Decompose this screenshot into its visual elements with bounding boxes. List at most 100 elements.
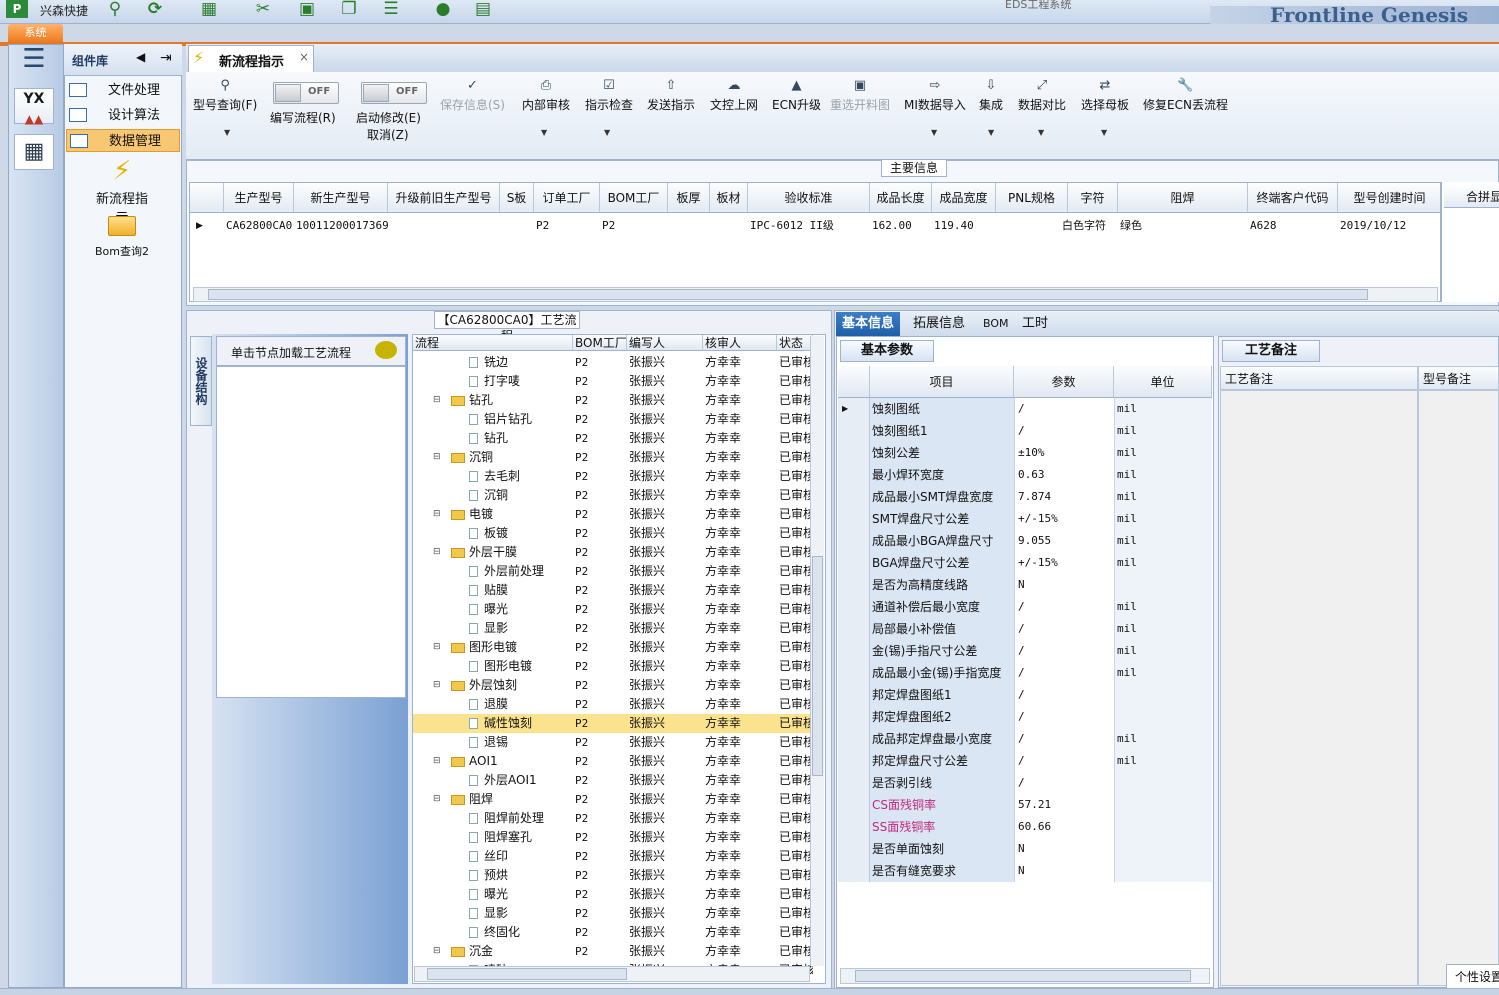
flow-reviewer-cell[interactable]: 方幸幸: [705, 904, 775, 923]
param-row[interactable]: 邦定焊盘图纸2/: [838, 706, 1212, 728]
refresh-icon[interactable]: ⟳: [144, 0, 166, 18]
flow-status-cell[interactable]: 已审核: [779, 771, 813, 790]
doc-control-upload-button[interactable]: ☁ 文控上网: [710, 78, 758, 113]
collapse-icon[interactable]: ⊟: [433, 505, 441, 524]
flow-status-cell[interactable]: 已审核: [779, 809, 813, 828]
row-header[interactable]: [838, 442, 870, 464]
cell-create-time[interactable]: 2019/10/12: [1338, 215, 1440, 237]
flow-writer-cell[interactable]: 张振兴: [629, 353, 701, 372]
param-value[interactable]: 9.055: [1014, 530, 1114, 552]
flow-step-cell[interactable]: 图形电镀: [451, 638, 573, 657]
flow-tree-row[interactable]: 图形电镀 P2 张振兴 方幸幸 已审核: [413, 657, 813, 676]
flow-status-cell[interactable]: 已审核: [779, 638, 813, 657]
col-header[interactable]: 核审人: [703, 335, 777, 351]
flow-tree-row[interactable]: ⊟ 电镀 P2 张振兴 方幸幸 已审核: [413, 505, 813, 524]
chevron-down-icon[interactable]: ▼: [541, 128, 547, 137]
row-header[interactable]: [838, 728, 870, 750]
param-value[interactable]: 0.63: [1014, 464, 1114, 486]
flow-step-cell[interactable]: 碱性蚀刻: [469, 714, 573, 733]
flow-bom-cell[interactable]: P2: [575, 562, 625, 581]
flow-status-cell[interactable]: 已审核: [779, 562, 813, 581]
close-icon[interactable]: ×: [299, 50, 309, 64]
param-unit[interactable]: [1114, 706, 1212, 728]
col-header[interactable]: PNL规格: [996, 183, 1068, 213]
param-row[interactable]: SS面残铜率 60.66: [838, 816, 1212, 838]
flow-writer-cell[interactable]: 张振兴: [629, 410, 701, 429]
flow-bom-cell[interactable]: P2: [575, 619, 625, 638]
flow-writer-cell[interactable]: 张振兴: [629, 657, 701, 676]
param-unit[interactable]: [1114, 574, 1212, 596]
param-row[interactable]: 成品邦定焊盘最小宽度 / mil: [838, 728, 1212, 750]
flow-tree-row[interactable]: 预烘 P2 张振兴 方幸幸 已审核: [413, 866, 813, 885]
cell-legend[interactable]: 白色字符: [1060, 215, 1118, 237]
col-header[interactable]: 型号创建时间: [1338, 183, 1440, 213]
col-header[interactable]: 参数: [1014, 366, 1114, 398]
flow-reviewer-cell[interactable]: 方幸幸: [705, 619, 775, 638]
flow-reviewer-cell[interactable]: 方幸幸: [705, 809, 775, 828]
chevron-down-icon[interactable]: ▼: [1101, 128, 1107, 137]
scroll-thumb[interactable]: [208, 289, 1368, 300]
flow-status-cell[interactable]: 已审核: [779, 923, 813, 942]
flow-step-cell[interactable]: 打字唛: [469, 372, 573, 391]
flow-step-cell[interactable]: 图形电镀: [469, 657, 573, 676]
flow-bom-cell[interactable]: P2: [575, 410, 625, 429]
param-value[interactable]: /: [1014, 684, 1114, 706]
param-row[interactable]: 是否为高精度线路 N: [838, 574, 1212, 596]
flow-writer-cell[interactable]: 张振兴: [629, 638, 701, 657]
col-header[interactable]: 生产型号: [224, 183, 294, 213]
save-info-button[interactable]: ✓ 保存信息(S): [440, 78, 505, 113]
flow-reviewer-cell[interactable]: 方幸幸: [705, 391, 775, 410]
cell-acceptance-standard[interactable]: IPC-6012 II级: [748, 215, 870, 237]
param-row[interactable]: 成品最小SMT焊盘宽度 7.874 mil: [838, 486, 1212, 508]
param-row[interactable]: 蚀刻公差 ±10% mil: [838, 442, 1212, 464]
flow-writer-cell[interactable]: 张振兴: [629, 619, 701, 638]
flow-bom-cell[interactable]: P2: [575, 752, 625, 771]
lib-item-data-management[interactable]: 数据管理: [66, 129, 180, 152]
flow-bom-cell[interactable]: P2: [575, 486, 625, 505]
equipment-list[interactable]: [216, 366, 406, 698]
flow-writer-cell[interactable]: 张振兴: [629, 752, 701, 771]
row-header[interactable]: [838, 464, 870, 486]
param-row[interactable]: 金(锡)手指尺寸公差 / mil: [838, 640, 1212, 662]
param-value[interactable]: N: [1014, 838, 1114, 860]
list-icon[interactable]: ☰: [380, 0, 402, 18]
flow-bom-cell[interactable]: P2: [575, 942, 625, 961]
param-unit[interactable]: mil: [1114, 530, 1212, 552]
flow-reviewer-cell[interactable]: 方幸幸: [705, 923, 775, 942]
flow-step-cell[interactable]: 沉铜: [451, 448, 573, 467]
folder-icon[interactable]: [108, 216, 136, 236]
col-header[interactable]: 字符: [1068, 183, 1118, 213]
chevron-down-icon[interactable]: ▼: [604, 128, 610, 137]
process-notes-tab[interactable]: 工艺备注: [1222, 340, 1320, 362]
flow-bom-cell[interactable]: P2: [575, 543, 625, 562]
param-unit[interactable]: mil: [1114, 618, 1212, 640]
param-value[interactable]: +/-15%: [1014, 552, 1114, 574]
merged-col-header[interactable]: 合拼显: [1444, 186, 1499, 208]
flow-reviewer-cell[interactable]: 方幸幸: [705, 847, 775, 866]
flow-bom-cell[interactable]: P2: [575, 581, 625, 600]
row-header[interactable]: [838, 838, 870, 860]
flow-status-cell[interactable]: 已审核: [779, 695, 813, 714]
param-value[interactable]: /: [1014, 420, 1114, 442]
flow-tree-row[interactable]: 退膜 P2 张振兴 方幸幸 已审核: [413, 695, 813, 714]
flow-status-cell[interactable]: 已审核: [779, 505, 813, 524]
flow-bom-cell[interactable]: P2: [575, 790, 625, 809]
param-unit[interactable]: [1114, 772, 1212, 794]
params-hscroll[interactable]: [840, 968, 1210, 984]
flow-tree-row[interactable]: 铝片钻孔 P2 张振兴 方幸幸 已审核: [413, 410, 813, 429]
scroll-thumb[interactable]: [812, 556, 823, 776]
flow-status-cell[interactable]: 已审核: [779, 619, 813, 638]
flow-reviewer-cell[interactable]: 方幸幸: [705, 486, 775, 505]
flow-step-cell[interactable]: 贴膜: [469, 581, 573, 600]
flow-writer-cell[interactable]: 张振兴: [629, 505, 701, 524]
param-unit[interactable]: mil: [1114, 486, 1212, 508]
flow-step-cell[interactable]: 外层前处理: [469, 562, 573, 581]
tab-new-flow[interactable]: ⚡ 新流程指示 ×: [188, 45, 314, 72]
flow-tree-row[interactable]: 显影 P2 张振兴 方幸幸 已审核: [413, 904, 813, 923]
process-notes-col-header[interactable]: 工艺备注: [1220, 366, 1418, 390]
col-header[interactable]: BOM工厂: [573, 335, 627, 351]
param-unit[interactable]: mil: [1114, 398, 1212, 420]
flow-step-cell[interactable]: 沉铜: [469, 486, 573, 505]
flow-step-cell[interactable]: 铣边: [469, 353, 573, 372]
col-header[interactable]: 流程: [413, 335, 573, 351]
